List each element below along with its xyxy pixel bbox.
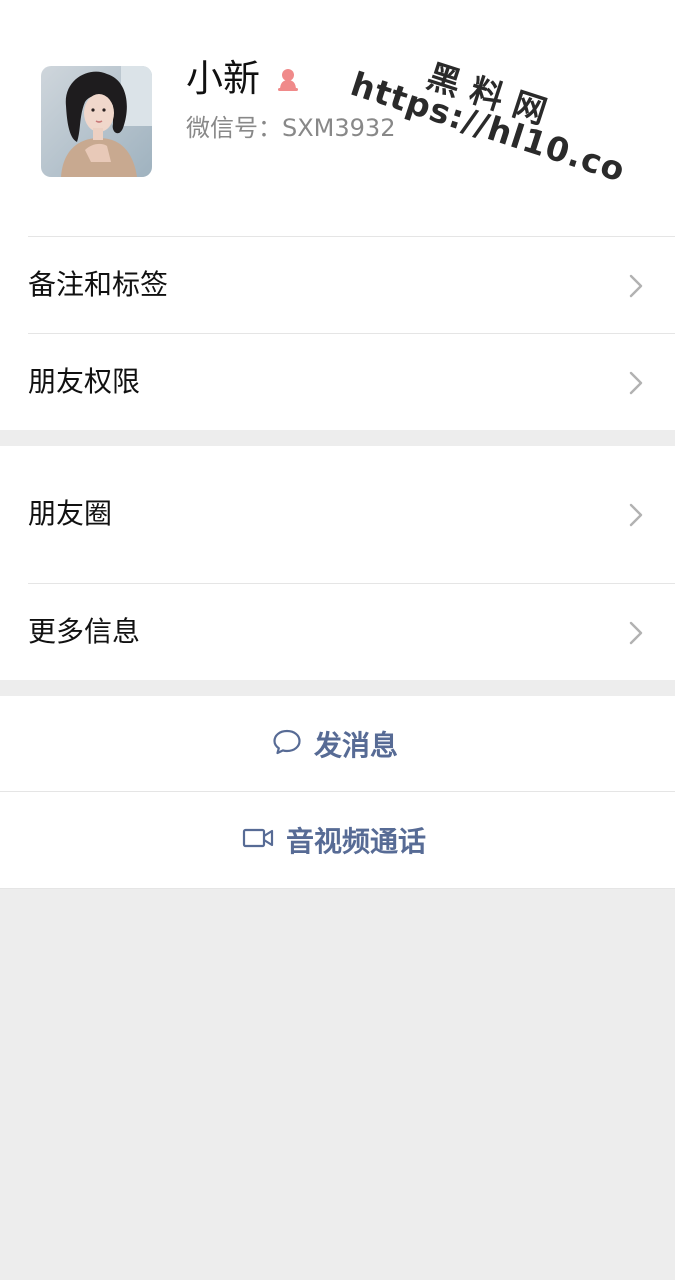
menu-row-label: 更多信息: [28, 615, 141, 648]
av-call-button[interactable]: 音视频通话: [0, 792, 675, 888]
divider: [0, 888, 675, 889]
menu-row-label: 朋友圈: [28, 497, 113, 530]
chevron-right-icon: [628, 370, 644, 396]
female-icon: [274, 66, 302, 94]
wechat-id: 微信号：SXM3932: [186, 114, 396, 142]
contact-name: 小新: [186, 57, 260, 100]
chat-bubble-icon: [272, 728, 302, 760]
chevron-right-icon: [628, 273, 644, 299]
menu-row-more-info[interactable]: 更多信息: [0, 584, 675, 680]
menu-row-friend-permissions[interactable]: 朋友权限: [0, 334, 675, 430]
profile-header: 小新 微信号：SXM3932 黑料网 https://hl10.co: [0, 0, 675, 237]
send-message-label: 发消息: [314, 729, 399, 762]
send-message-button[interactable]: 发消息: [0, 696, 675, 792]
watermark-title: 黑料网: [422, 56, 563, 136]
menu-group-1: 备注和标签 朋友权限: [0, 237, 675, 430]
menu-row-remark-tags[interactable]: 备注和标签: [0, 237, 675, 333]
avatar[interactable]: [41, 66, 152, 177]
menu-row-label: 朋友权限: [28, 365, 141, 398]
menu-row-moments[interactable]: 朋友圈: [0, 446, 675, 583]
menu-row-label: 备注和标签: [28, 268, 169, 301]
video-camera-icon: [242, 826, 274, 854]
menu-group-2: 朋友圈 更多信息: [0, 446, 675, 680]
av-call-label: 音视频通话: [286, 825, 427, 858]
chevron-right-icon: [628, 620, 644, 646]
chevron-right-icon: [628, 502, 644, 528]
